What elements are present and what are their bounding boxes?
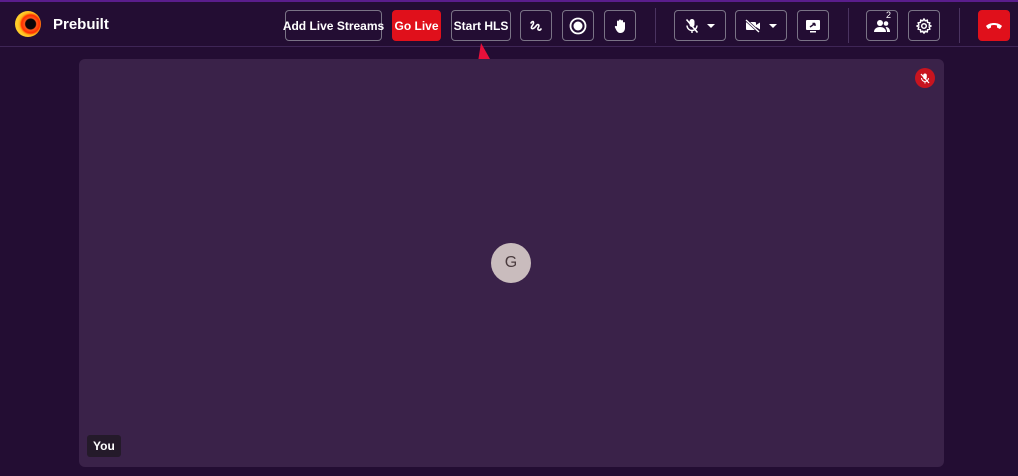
participants-icon	[873, 19, 891, 33]
raise-hand-icon	[612, 18, 628, 34]
settings-button[interactable]	[908, 10, 940, 41]
gear-icon	[916, 17, 932, 34]
mic-off-icon	[685, 18, 699, 34]
raise-hand-button[interactable]	[604, 10, 636, 41]
add-live-streams-button[interactable]: Add Live Streams	[283, 10, 384, 41]
camera-toggle-button[interactable]	[735, 10, 787, 41]
screen-share-button[interactable]	[797, 10, 829, 41]
toolbar-divider	[655, 8, 656, 43]
toolbar-divider	[848, 8, 849, 43]
participants-count-badge: 2	[886, 10, 892, 20]
record-icon	[569, 17, 587, 35]
screen-share-icon	[805, 19, 821, 33]
go-live-button[interactable]: Go Live	[392, 10, 441, 41]
chevron-down-icon[interactable]	[707, 23, 715, 28]
microphone-toggle-button[interactable]	[674, 10, 726, 41]
logo-icon	[15, 11, 41, 37]
toolbar-divider	[959, 8, 960, 43]
camera-off-icon	[745, 18, 761, 33]
start-hls-button[interactable]: Start HLS	[451, 10, 511, 41]
chevron-down-icon[interactable]	[769, 23, 777, 28]
record-button[interactable]	[562, 10, 594, 41]
brand-title: Prebuilt	[53, 16, 109, 33]
whiteboard-button[interactable]	[520, 10, 552, 41]
muted-indicator-icon	[915, 68, 935, 88]
end-call-icon	[985, 21, 1003, 31]
participants-button[interactable]	[866, 10, 898, 41]
participant-name-tag: You	[87, 435, 121, 457]
whiteboard-icon	[528, 18, 544, 34]
end-call-button[interactable]	[978, 10, 1010, 41]
top-toolbar: Prebuilt Add Live Streams Go Live Start …	[0, 0, 1018, 47]
avatar: G	[491, 243, 531, 283]
